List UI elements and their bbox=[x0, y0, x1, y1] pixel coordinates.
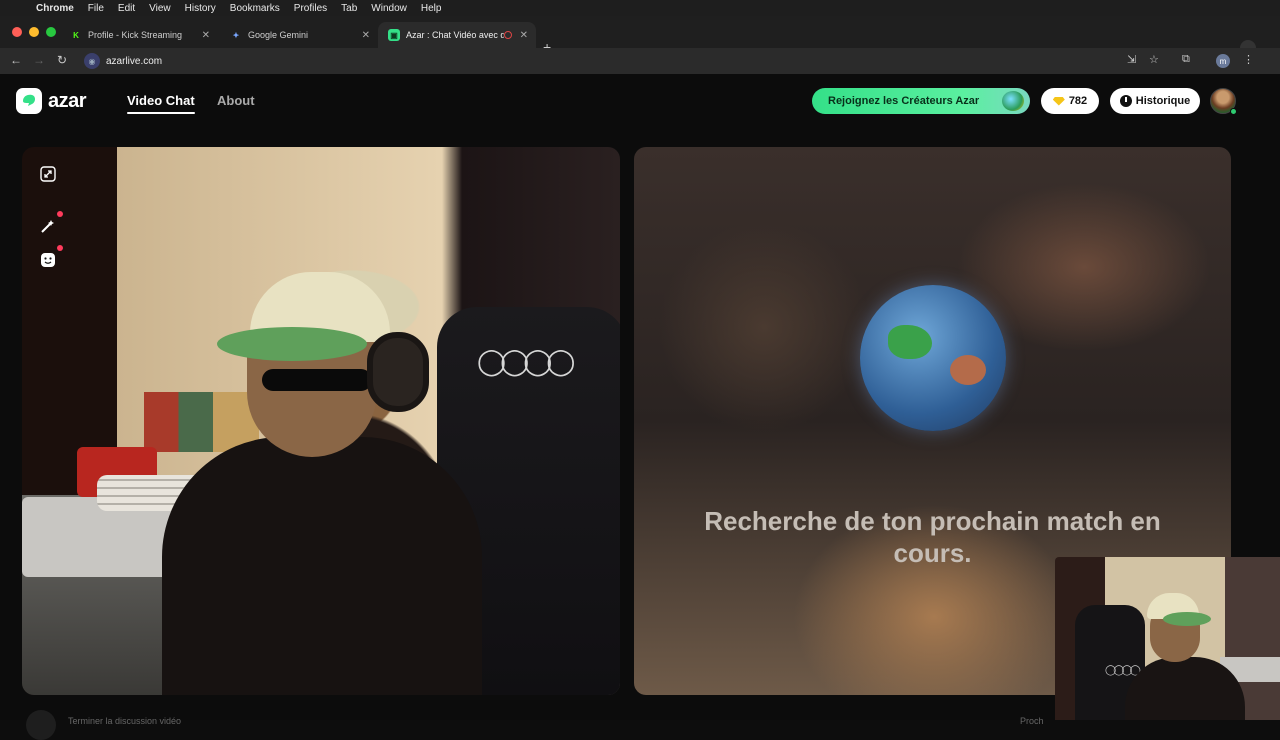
menu-bookmarks[interactable]: Bookmarks bbox=[230, 3, 280, 14]
menu-history[interactable]: History bbox=[185, 3, 216, 14]
nav-about[interactable]: About bbox=[217, 93, 255, 108]
tab-gemini[interactable]: ✦ Google Gemini ✕ bbox=[220, 22, 378, 48]
gemini-icon: ✦ bbox=[232, 30, 240, 40]
video-subject bbox=[367, 332, 429, 412]
minimize-window-button[interactable] bbox=[29, 27, 39, 37]
video-subject bbox=[262, 369, 372, 391]
azar-logo-icon bbox=[16, 88, 42, 114]
video-subject bbox=[162, 437, 482, 695]
video-subject bbox=[1163, 612, 1211, 626]
menu-help[interactable]: Help bbox=[421, 3, 442, 14]
macos-menubar: Chrome File Edit View History Bookmarks … bbox=[0, 0, 1280, 16]
notification-dot bbox=[57, 211, 63, 217]
close-tab-icon[interactable]: ✕ bbox=[520, 30, 528, 41]
url-text: azarlive.com bbox=[106, 55, 163, 67]
end-video-chat-label[interactable]: Terminer la discussion vidéo bbox=[68, 716, 181, 726]
address-bar[interactable]: ◉ azarlive.com bbox=[78, 51, 1118, 71]
window-controls bbox=[12, 27, 56, 37]
chrome-menu-icon[interactable]: ⋮ bbox=[1243, 53, 1254, 66]
azar-icon: ▣ bbox=[388, 29, 400, 41]
menu-window[interactable]: Window bbox=[371, 3, 407, 14]
video-subject bbox=[217, 327, 367, 361]
menu-edit[interactable]: Edit bbox=[118, 3, 135, 14]
zoom-window-button[interactable] bbox=[46, 27, 56, 37]
brand-name: azar bbox=[48, 89, 87, 112]
online-status-dot bbox=[1230, 108, 1237, 115]
reload-icon[interactable]: ↻ bbox=[57, 53, 67, 67]
webcam-overlay: ◯◯◯◯ bbox=[1055, 557, 1280, 720]
tab-label: Azar : Chat Vidéo avec de bbox=[406, 30, 504, 40]
smiley-icon[interactable] bbox=[39, 245, 63, 269]
azar-logo[interactable]: azar bbox=[16, 88, 87, 114]
nav-video-chat[interactable]: Video Chat bbox=[127, 93, 195, 108]
my-video-panel: ◯◯◯◯ bbox=[22, 147, 620, 695]
close-tab-icon[interactable]: ✕ bbox=[202, 30, 210, 41]
browser-toolbar: ← → ↻ ◉ azarlive.com ⇲ ☆ ⧉ ⋮ bbox=[0, 48, 1280, 74]
recording-icon bbox=[504, 31, 512, 39]
back-icon[interactable]: ← bbox=[10, 53, 22, 67]
gem-icon bbox=[1052, 96, 1065, 106]
clock-icon bbox=[1119, 95, 1132, 107]
camera-globe-icon bbox=[1002, 91, 1024, 111]
nav-active-indicator bbox=[127, 112, 195, 114]
bookmark-star-icon[interactable]: ☆ bbox=[1149, 53, 1159, 66]
exit-fullscreen-icon[interactable] bbox=[39, 165, 57, 183]
site-info-icon[interactable]: ◉ bbox=[84, 53, 100, 69]
forward-icon[interactable]: → bbox=[33, 53, 45, 67]
profile-avatar[interactable]: m bbox=[1216, 54, 1230, 68]
tab-kick[interactable]: K Profile - Kick Streaming ✕ bbox=[60, 22, 218, 48]
kick-icon: K bbox=[73, 30, 79, 40]
install-app-icon[interactable]: ⇲ bbox=[1127, 53, 1136, 66]
globe-icon bbox=[860, 285, 1006, 431]
menu-file[interactable]: File bbox=[88, 3, 104, 14]
history-label: Historique bbox=[1135, 95, 1191, 107]
magic-wand-icon[interactable] bbox=[39, 211, 63, 235]
extensions-icon[interactable]: ⧉ bbox=[1182, 53, 1190, 66]
history-button[interactable]: Historique bbox=[1110, 88, 1200, 114]
join-creators-button[interactable]: Rejoignez les Créateurs Azar bbox=[812, 88, 1030, 114]
notification-dot bbox=[57, 245, 63, 251]
next-label[interactable]: Proch bbox=[1020, 716, 1044, 726]
menu-tab[interactable]: Tab bbox=[341, 3, 357, 14]
browser-tabstrip: K Profile - Kick Streaming ✕ ✦ Google Ge… bbox=[0, 16, 1280, 56]
tab-label: Profile - Kick Streaming bbox=[88, 30, 183, 40]
menu-app[interactable]: Chrome bbox=[36, 3, 74, 14]
join-creators-label: Rejoignez les Créateurs Azar bbox=[828, 95, 980, 107]
menu-view[interactable]: View bbox=[149, 3, 171, 14]
gems-count: 782 bbox=[1068, 95, 1088, 107]
gems-button[interactable]: 782 bbox=[1041, 88, 1099, 114]
tab-label: Google Gemini bbox=[248, 30, 309, 40]
end-call-icon[interactable] bbox=[26, 710, 56, 740]
close-window-button[interactable] bbox=[12, 27, 22, 37]
menu-profiles[interactable]: Profiles bbox=[294, 3, 327, 14]
tab-azar[interactable]: ▣ Azar : Chat Vidéo avec de ✕ bbox=[378, 22, 536, 48]
close-tab-icon[interactable]: ✕ bbox=[362, 30, 370, 41]
